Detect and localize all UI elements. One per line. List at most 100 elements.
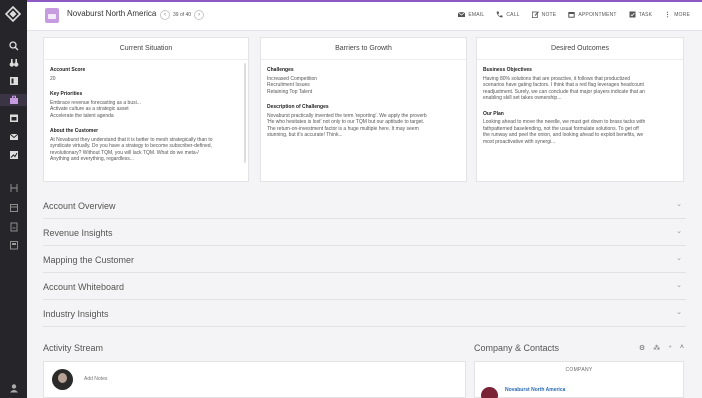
phone-icon: [496, 11, 503, 18]
appointment-button[interactable]: APPOINTMENT: [568, 11, 616, 18]
mail-icon[interactable]: [7, 131, 20, 143]
note-label: NOTE: [541, 11, 557, 18]
business-objectives-section: Business Objectives Having 80% solutions…: [483, 67, 679, 102]
note-button[interactable]: NOTE: [531, 11, 557, 18]
more-button[interactable]: MORE: [664, 11, 690, 18]
pager-text: 39 of 40: [173, 12, 192, 18]
account-score-section: Account Score 20: [50, 67, 244, 82]
key-priorities-section: Key Priorities Embrace revenue forecasti…: [50, 91, 244, 119]
section-industry-insights[interactable]: Industry Insights ⌄: [43, 301, 686, 327]
card-body: Account Score 20 Key Priorities Embrace …: [50, 67, 244, 179]
card-body: Challenges Increased Competition Recruit…: [267, 67, 462, 179]
challenges-section: Challenges Increased Competition Recruit…: [267, 67, 462, 95]
app-logo-icon[interactable]: [4, 5, 22, 23]
binoculars-icon[interactable]: [7, 57, 20, 69]
account-type-icon: [45, 8, 59, 23]
card-body: Business Objectives Having 80% solutions…: [483, 67, 679, 179]
section-label: Account Overview: [43, 201, 116, 211]
calendar-icon: [568, 12, 576, 18]
chevron-down-icon[interactable]: ⌄: [676, 200, 682, 208]
box-icon[interactable]: [7, 202, 20, 214]
org-chart-icon[interactable]: ⁂: [653, 344, 660, 352]
call-button[interactable]: CALL: [496, 11, 519, 18]
section-heading: Account Score: [50, 67, 86, 73]
appointment-label: APPOINTMENT: [578, 11, 617, 18]
section-heading: Description of Challenges: [267, 104, 329, 110]
dashboard-icon[interactable]: [7, 75, 20, 87]
text-line: most proactivative with synergi...: [483, 138, 556, 145]
settings-icon[interactable]: ⚙: [639, 344, 645, 352]
avatar: [52, 369, 73, 390]
collapse-icon[interactable]: ˄: [680, 344, 684, 352]
doc-icon[interactable]: [7, 221, 20, 233]
section-heading: Key Priorities: [50, 91, 83, 97]
action-toolbar: EMAIL CALL NOTE APPOINTMENT TASK MORE: [458, 11, 690, 18]
company-toolbar: ⚙ ⁂ ⁺ ˄: [639, 344, 684, 352]
priority-item: Accelerate the talent agenda: [50, 112, 114, 119]
record-pager: ‹ 39 of 40 ›: [160, 9, 205, 21]
company-card-header: COMPANY: [565, 367, 593, 373]
chevron-down-icon[interactable]: ⌄: [676, 227, 682, 235]
text-line: Anything and everything, regardless...: [50, 156, 134, 162]
email-button[interactable]: EMAIL: [458, 11, 484, 18]
section-label: Revenue Insights: [43, 228, 113, 238]
text-line: enabling skill set takes ownership...: [483, 95, 562, 101]
section-account-whiteboard[interactable]: Account Whiteboard ⌄: [43, 274, 686, 300]
task-icon: [629, 11, 636, 18]
chevron-down-icon[interactable]: ⌄: [676, 254, 682, 262]
desired-outcomes-card: Desired Outcomes Business Objectives Hav…: [476, 37, 684, 182]
chevron-down-icon[interactable]: ⌄: [676, 281, 682, 289]
search-icon[interactable]: [7, 40, 20, 52]
challenge-item: Retaining Top Talent: [267, 88, 313, 95]
task-label: TASK: [638, 11, 653, 18]
envelope-icon: [458, 11, 466, 17]
user-icon[interactable]: [7, 382, 20, 394]
current-situation-card: Current Situation Account Score 20 Key P…: [43, 37, 249, 182]
section-label: Mapping the Customer: [43, 255, 135, 265]
clipboard-icon[interactable]: [7, 239, 20, 251]
section-label: Account Whiteboard: [43, 282, 125, 292]
add-notes-input[interactable]: [84, 376, 384, 382]
about-customer-section: About the Customer At Novaburst they und…: [50, 128, 244, 163]
company-logo-icon: [481, 387, 498, 398]
activity-stream-title: Activity Stream: [43, 343, 104, 353]
chevron-down-icon[interactable]: ⌄: [676, 308, 682, 316]
record-header: Novaburst North America ‹ 39 of 40 › EMA…: [27, 0, 702, 31]
text-line: stunning, but it's accurate! Think...: [267, 132, 343, 138]
card-scrollbar[interactable]: [244, 63, 246, 163]
account-score-value: 20: [50, 75, 56, 82]
next-record-button[interactable]: ›: [194, 10, 205, 20]
our-plan-section: Our Plan Looking ahead to move the needl…: [483, 111, 679, 146]
card-title: Desired Outcomes: [477, 38, 683, 60]
section-account-overview[interactable]: Account Overview ⌄: [43, 193, 686, 219]
card-title: Current Situation: [44, 38, 248, 60]
call-label: CALL: [506, 11, 520, 18]
kebab-icon: [667, 11, 669, 18]
flow-icon[interactable]: [7, 182, 20, 194]
company-contacts-title: Company & Contacts: [474, 343, 560, 353]
previous-record-button[interactable]: ‹: [160, 10, 170, 20]
section-heading: About the Customer: [50, 128, 99, 134]
section-mapping-the-customer[interactable]: Mapping the Customer ⌄: [43, 247, 686, 273]
section-heading: Challenges: [267, 67, 294, 73]
task-button[interactable]: TASK: [629, 11, 653, 18]
calendar-icon[interactable]: [7, 112, 20, 124]
description-section: Description of Challenges Novaburst prac…: [267, 104, 462, 139]
email-label: EMAIL: [468, 11, 485, 18]
account-name[interactable]: Novaburst North America: [67, 9, 156, 18]
briefcase-icon[interactable]: [0, 94, 27, 106]
section-heading: Our Plan: [483, 110, 504, 117]
add-notes-box: [43, 361, 466, 398]
section-heading: Business Objectives: [483, 67, 532, 73]
card-title: Barriers to Growth: [261, 38, 466, 60]
company-card: COMPANY Novaburst North America: [474, 361, 684, 398]
note-icon: [531, 11, 539, 18]
company-name-link[interactable]: Novaburst North America: [505, 387, 565, 393]
left-nav-rail: [0, 0, 27, 398]
section-label: Industry Insights: [43, 309, 109, 319]
add-contact-icon[interactable]: ⁺: [668, 344, 672, 352]
more-label: MORE: [674, 11, 690, 18]
barriers-card: Barriers to Growth Challenges Increased …: [260, 37, 467, 182]
section-revenue-insights[interactable]: Revenue Insights ⌄: [43, 220, 686, 246]
chart-icon[interactable]: [7, 149, 20, 161]
